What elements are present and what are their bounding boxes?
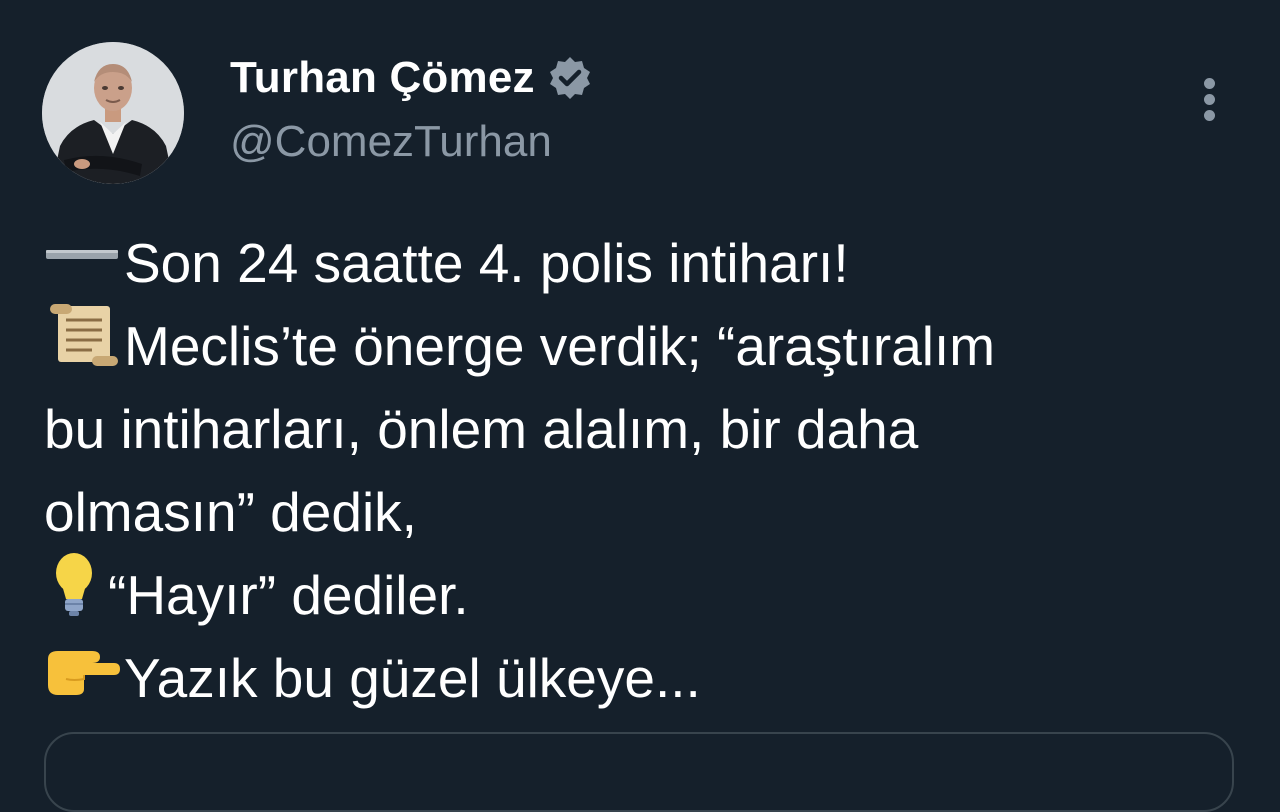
- display-name[interactable]: Turhan Çömez: [230, 48, 593, 108]
- tweet-line: Son 24 saatte 4. polis intiharı!: [44, 222, 1234, 305]
- tweet-line: Yazık bu güzel ülkeye...: [44, 637, 1234, 720]
- profile-photo: [42, 42, 184, 184]
- tweet-line: “Hayır” dediler.: [44, 553, 1234, 637]
- tweet-line: Meclis’te önerge verdik; “araştıralım: [44, 304, 1234, 388]
- quoted-card[interactable]: [44, 732, 1234, 812]
- user-handle[interactable]: @ComezTurhan: [230, 114, 552, 170]
- tweet-line-text: “Hayır” dediler.: [108, 564, 469, 626]
- avatar[interactable]: [42, 42, 184, 184]
- display-name-text: Turhan Çömez: [230, 53, 535, 102]
- light-bulb-emoji: [44, 549, 104, 642]
- tweet-line-text: Meclis’te önerge verdik; “araştıralım: [124, 315, 996, 377]
- pointing-right-emoji: [44, 637, 120, 720]
- tweet-line-text: bu intiharları, önlem alalım, bir daha: [44, 398, 919, 460]
- tweet: Turhan Çömez @ComezTurhan Son 24 saatte …: [0, 0, 1280, 812]
- more-vertical-icon[interactable]: [1196, 74, 1224, 126]
- tweet-line: olmasın” dedik,: [44, 471, 1234, 554]
- minus-emoji: [44, 222, 120, 305]
- tweet-line-text: Yazık bu güzel ülkeye...: [124, 647, 701, 709]
- tweet-line-text: olmasın” dedik,: [44, 481, 417, 543]
- tweet-line: bu intiharları, önlem alalım, bir daha: [44, 388, 1234, 471]
- tweet-line-text: Son 24 saatte 4. polis intiharı!: [124, 232, 849, 294]
- tweet-text: Son 24 saatte 4. polis intiharı! Meclis’…: [44, 222, 1234, 720]
- verified-badge-icon: [547, 55, 593, 101]
- scroll-emoji: [44, 300, 120, 393]
